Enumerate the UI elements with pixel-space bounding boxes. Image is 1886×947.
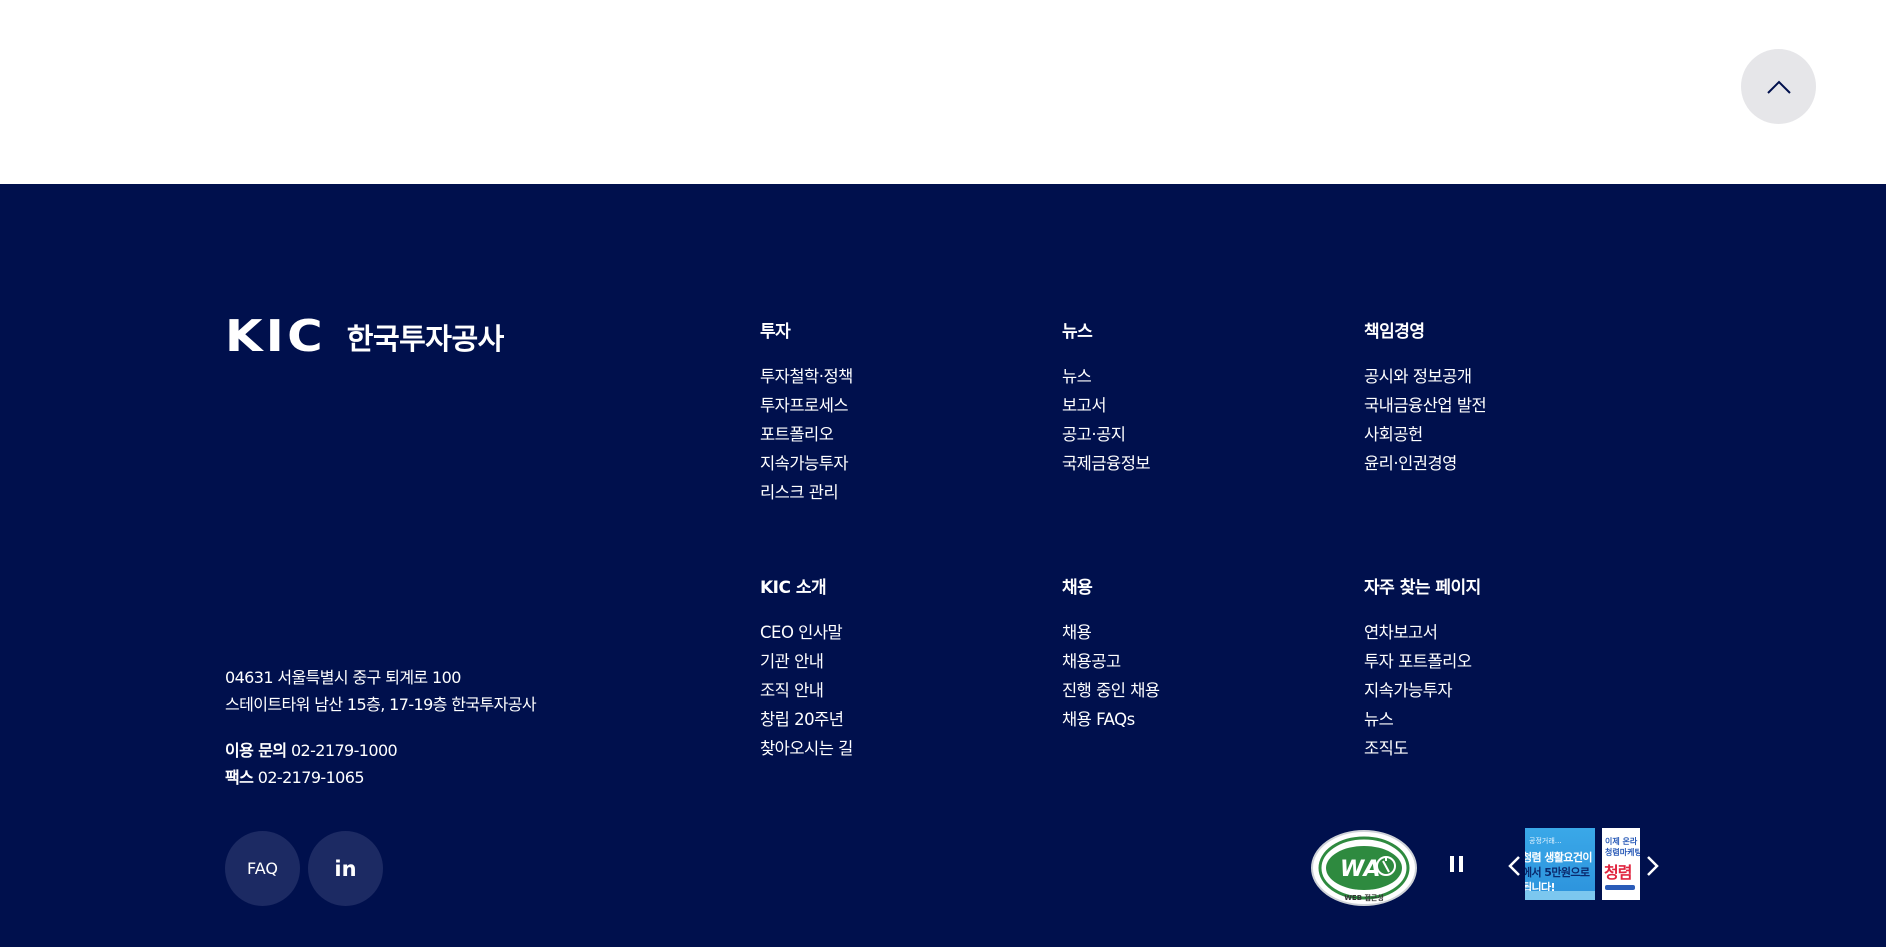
footer-menu-about-kic: KIC 소개 CEO 인사말 기관 안내 조직 안내 창립 20주년 찾아오시는… — [760, 573, 1040, 763]
kic-logo[interactable]: KIC 한국투자공사 — [225, 315, 504, 359]
footer-menu-news: 뉴스 뉴스 보고서 공고·공지 국제금융정보 — [1062, 317, 1342, 478]
banner-slide[interactable]: 이제 온라 청렴마케팅 청렴 — [1602, 828, 1640, 900]
menu-title-news: 뉴스 — [1062, 322, 1093, 342]
menu-link[interactable]: 투자철학·정책 — [760, 362, 1040, 391]
menu-link[interactable]: CEO 인사말 — [760, 618, 1040, 647]
logo-mark: KIC — [225, 311, 326, 362]
scroll-to-top-button[interactable] — [1741, 49, 1816, 124]
phone-label: 이용 문의 — [225, 741, 287, 760]
menu-title-about-kic: KIC 소개 — [760, 578, 827, 598]
slider-pause-button[interactable] — [1450, 856, 1468, 878]
footer-menu-responsible-management: 책임경영 공시와 정보공개 국내금융산업 발전 사회공헌 윤리·인권경영 — [1364, 317, 1644, 478]
menu-title-responsible-management: 책임경영 — [1364, 322, 1425, 342]
banner-caption: 청렴마케팅 — [1605, 848, 1640, 857]
phone-number: 02-2179-1000 — [290, 741, 398, 760]
menu-link[interactable]: 리스크 관리 — [760, 478, 1040, 507]
banner-headline-2: 에서 5만원으로 — [1525, 866, 1590, 879]
svg-text:WA: WA — [1340, 857, 1381, 882]
menu-link[interactable]: 지속가능투자 — [760, 449, 1040, 478]
banner-slide[interactable]: 공정거래… 청렴 생활요건이 에서 5만원으로 됩니다! — [1525, 828, 1595, 900]
site-footer: KIC 한국투자공사 투자 투자철학·정책 투자프로세스 포트폴리오 지속가능투… — [0, 184, 1886, 947]
banner-footer-strip — [1525, 891, 1595, 900]
menu-link[interactable]: 국내금융산업 발전 — [1364, 391, 1644, 420]
menu-link[interactable]: 뉴스 — [1062, 362, 1342, 391]
linkedin-button[interactable]: in — [308, 831, 383, 906]
web-accessibility-badge[interactable]: WA WEB 접근성 — [1310, 828, 1418, 908]
menu-link[interactable]: 국제금융정보 — [1062, 449, 1342, 478]
company-address: 04631 서울특별시 중구 퇴계로 100 스테이트타워 남산 15층, 17… — [225, 664, 537, 718]
banner-headline: 청렴 — [1604, 863, 1632, 882]
menu-link[interactable]: 채용공고 — [1062, 647, 1342, 676]
fax-label: 팩스 — [225, 768, 254, 787]
logo-name: 한국투자공사 — [346, 322, 505, 356]
address-line-2: 스테이트타워 남산 15층, 17-19층 한국투자공사 — [225, 695, 537, 714]
menu-link[interactable]: 뉴스 — [1364, 705, 1644, 734]
slider-next-button[interactable] — [1642, 853, 1662, 879]
menu-link[interactable]: 투자 포트폴리오 — [1364, 647, 1644, 676]
footer-menu-frequent-pages: 자주 찾는 페이지 연차보고서 투자 포트폴리오 지속가능투자 뉴스 조직도 — [1364, 573, 1644, 763]
pause-icon — [1450, 856, 1454, 872]
menu-link[interactable]: 연차보고서 — [1364, 618, 1644, 647]
menu-link[interactable]: 포트폴리오 — [760, 420, 1040, 449]
menu-link[interactable]: 지속가능투자 — [1364, 676, 1644, 705]
menu-link[interactable]: 기관 안내 — [760, 647, 1040, 676]
menu-link[interactable]: 진행 중인 채용 — [1062, 676, 1342, 705]
banner-caption: 이제 온라 — [1605, 837, 1638, 846]
chevron-left-icon — [1508, 856, 1520, 876]
banner-footer-strip — [1605, 885, 1635, 890]
footer-menu-investment: 투자 투자철학·정책 투자프로세스 포트폴리오 지속가능투자 리스크 관리 — [760, 317, 1040, 507]
menu-link[interactable]: 찾아오시는 길 — [760, 734, 1040, 763]
address-line-1: 04631 서울특별시 중구 퇴계로 100 — [225, 668, 461, 687]
menu-link[interactable]: 채용 FAQs — [1062, 705, 1342, 734]
menu-link[interactable]: 창립 20주년 — [760, 705, 1040, 734]
menu-link[interactable]: 공고·공지 — [1062, 420, 1342, 449]
menu-link[interactable]: 채용 — [1062, 618, 1342, 647]
menu-link[interactable]: 공시와 정보공개 — [1364, 362, 1644, 391]
slider-prev-button[interactable] — [1505, 853, 1525, 879]
page-top-area — [0, 0, 1886, 184]
menu-link[interactable]: 조직도 — [1364, 734, 1644, 763]
menu-link[interactable]: 투자프로세스 — [760, 391, 1040, 420]
menu-link[interactable]: 보고서 — [1062, 391, 1342, 420]
menu-link[interactable]: 사회공헌 — [1364, 420, 1644, 449]
banner-headline-1: 청렴 생활요건이 — [1525, 851, 1592, 864]
chevron-right-icon — [1647, 856, 1659, 876]
faq-button[interactable]: FAQ — [225, 831, 300, 906]
menu-title-recruitment: 채용 — [1062, 578, 1093, 598]
linkedin-icon: in — [334, 856, 357, 881]
banner-caption: 공정거래… — [1529, 837, 1562, 845]
contact-info: 이용 문의 02-2179-1000 팩스 02-2179-1065 — [225, 737, 398, 791]
footer-menu-recruitment: 채용 채용 채용공고 진행 중인 채용 채용 FAQs — [1062, 573, 1342, 734]
chevron-up-icon — [1766, 80, 1791, 94]
menu-link[interactable]: 윤리·인권경영 — [1364, 449, 1644, 478]
menu-title-frequent-pages: 자주 찾는 페이지 — [1364, 578, 1481, 598]
menu-title-investment: 투자 — [760, 322, 791, 342]
menu-link[interactable]: 조직 안내 — [760, 676, 1040, 705]
svg-text:WEB 접근성: WEB 접근성 — [1344, 893, 1384, 902]
pause-icon-bar — [1459, 856, 1463, 872]
fax-number: 02-2179-1065 — [257, 768, 365, 787]
